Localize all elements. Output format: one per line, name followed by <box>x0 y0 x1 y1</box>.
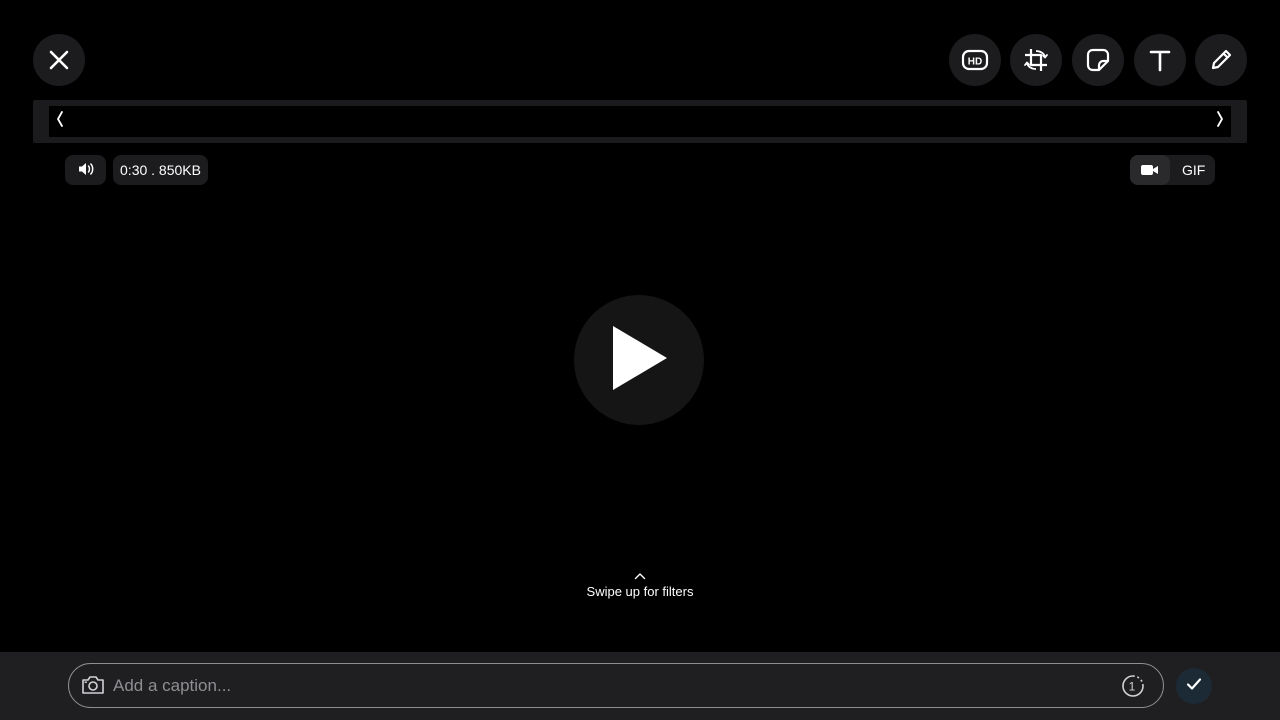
camera-icon[interactable] <box>81 675 105 700</box>
trimmer-right-handle[interactable] <box>1209 106 1231 137</box>
svg-text:HD: HD <box>968 57 982 68</box>
close-button[interactable] <box>33 34 85 86</box>
caption-bar: 1 <box>0 652 1280 720</box>
hd-quality-icon: HD <box>961 49 989 71</box>
video-camera-icon[interactable] <box>1130 155 1170 185</box>
speaker-icon <box>77 161 95 180</box>
play-button[interactable] <box>574 295 704 425</box>
trimmer-track[interactable] <box>49 106 1231 137</box>
sticker-button[interactable] <box>1072 34 1124 86</box>
trimmer-left-handle[interactable] <box>49 106 71 137</box>
duration-size-badge: 0:30 . 850KB <box>113 155 208 185</box>
duration-size-text: 0:30 . 850KB <box>120 162 201 178</box>
mute-button[interactable] <box>65 155 106 185</box>
text-button[interactable] <box>1134 34 1186 86</box>
sticker-icon <box>1085 47 1111 73</box>
play-icon <box>609 324 669 397</box>
hd-quality-button[interactable]: HD <box>949 34 1001 86</box>
text-icon <box>1148 48 1172 72</box>
caption-box: 1 <box>68 663 1164 708</box>
caption-input[interactable] <box>113 672 1113 700</box>
video-trimmer[interactable] <box>33 100 1247 143</box>
checkmark-icon <box>1186 677 1202 696</box>
svg-text:1: 1 <box>1129 680 1136 694</box>
filters-hint-text: Swipe up for filters <box>586 584 694 599</box>
chevron-left-icon <box>55 110 65 133</box>
crop-rotate-icon <box>1022 46 1050 74</box>
pencil-icon <box>1208 47 1234 73</box>
crop-rotate-button[interactable] <box>1010 34 1062 86</box>
close-icon <box>49 50 69 70</box>
chevron-up-icon <box>540 568 740 583</box>
send-button[interactable] <box>1176 668 1212 704</box>
draw-button[interactable] <box>1195 34 1247 86</box>
view-once-icon[interactable]: 1 <box>1121 674 1145 703</box>
filters-hint: Swipe up for filters <box>540 568 740 599</box>
chevron-right-icon <box>1215 110 1225 133</box>
video-gif-toggle[interactable]: GIF <box>1130 155 1215 185</box>
media-editor: HD 0:30 . 850KB GIF Swipe up for filters… <box>0 0 1280 720</box>
gif-option[interactable]: GIF <box>1182 162 1205 178</box>
